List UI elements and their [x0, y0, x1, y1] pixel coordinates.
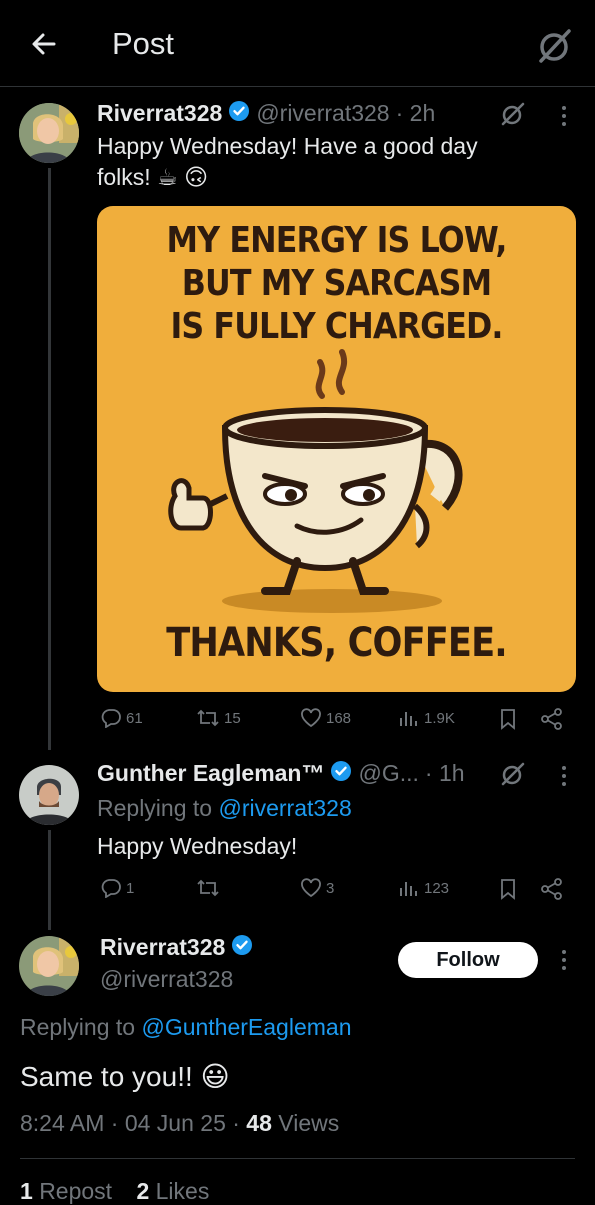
reposts-stat[interactable]: 1 Repost	[20, 1178, 118, 1204]
repost-button[interactable]	[196, 878, 224, 898]
grok-icon[interactable]	[500, 101, 526, 132]
bookmark-icon[interactable]	[498, 878, 518, 905]
repost-button[interactable]: 15	[196, 708, 241, 728]
more-options-icon[interactable]	[556, 764, 572, 793]
post-timestamp[interactable]: 8:24 AM · 04 Jun 25 ·	[20, 1110, 240, 1136]
follow-button[interactable]: Follow	[398, 942, 538, 978]
post-text: Happy Wednesday! Have a good day	[97, 133, 478, 159]
top-bar: Post	[0, 0, 595, 87]
views-count: 1.9K	[424, 709, 455, 727]
post-time: · 2h	[395, 100, 436, 126]
divider	[20, 1158, 575, 1159]
views-icon	[398, 708, 420, 728]
avatar[interactable]	[19, 765, 79, 825]
replying-to-link[interactable]: @riverrat328	[218, 795, 351, 821]
post-text: Same to you!! 😃	[20, 1061, 230, 1092]
grok-icon[interactable]	[535, 26, 575, 66]
reply-button[interactable]: 1	[100, 878, 134, 898]
thread-line	[48, 168, 51, 750]
verified-badge-icon	[231, 934, 253, 961]
views-button[interactable]: 1.9K	[398, 708, 455, 728]
reply-count: 1	[126, 879, 135, 897]
repost-icon	[196, 878, 220, 898]
post-text: folks! ☕ 🙃	[97, 164, 209, 190]
more-options-icon[interactable]	[556, 104, 572, 133]
author-name[interactable]: Riverrat328	[97, 100, 222, 127]
share-icon[interactable]	[540, 708, 564, 735]
more-options-icon[interactable]	[556, 948, 572, 977]
reposts-label: Repost	[39, 1178, 113, 1204]
reply-button[interactable]: 61	[100, 708, 143, 728]
like-button[interactable]: 168	[300, 708, 351, 728]
post-image[interactable]: MY ENERGY IS LOW, BUT MY SARCASM IS FULL…	[97, 206, 576, 692]
views-count: 123	[424, 879, 450, 897]
author-handle[interactable]: @G...	[358, 760, 418, 787]
like-button[interactable]: 3	[300, 878, 334, 898]
post-time: · 1h	[424, 760, 465, 786]
post-text: Happy Wednesday!	[97, 833, 298, 859]
author-handle[interactable]: @riverrat328	[100, 966, 233, 993]
heart-icon	[300, 708, 322, 728]
verified-badge-icon	[330, 760, 352, 787]
share-icon[interactable]	[540, 878, 564, 905]
author-name[interactable]: Riverrat328	[100, 934, 225, 961]
verified-badge-icon	[228, 100, 250, 127]
meme-text-line: IS FULLY CHARGED.	[170, 306, 503, 347]
back-arrow-icon[interactable]	[28, 28, 60, 60]
grok-icon[interactable]	[500, 761, 526, 792]
thread-line	[48, 830, 51, 930]
views-button[interactable]: 123	[398, 878, 449, 898]
meme-text-line: MY ENERGY IS LOW,	[166, 220, 507, 261]
replying-to-label: Replying to	[20, 1014, 136, 1040]
views-label: Views	[278, 1110, 340, 1136]
meme-text-line: THANKS, COFFEE.	[166, 620, 507, 666]
reposts-count: 1	[20, 1178, 33, 1204]
avatar[interactable]	[19, 103, 79, 163]
like-count: 168	[326, 709, 352, 727]
reply-count: 61	[126, 709, 143, 727]
repost-icon	[196, 708, 220, 728]
reply-icon	[100, 878, 122, 898]
page-title: Post	[112, 26, 175, 61]
likes-count: 2	[136, 1178, 150, 1204]
bookmark-icon[interactable]	[498, 708, 518, 735]
replying-to-label: Replying to	[97, 795, 213, 821]
views-icon	[398, 878, 420, 898]
replying-to-link[interactable]: @GuntherEagleman	[141, 1014, 351, 1040]
author-name[interactable]: Gunther Eagleman™	[97, 760, 324, 787]
meme-text-line: BUT MY SARCASM	[181, 263, 492, 304]
likes-stat[interactable]: 2 Likes	[136, 1178, 209, 1204]
heart-icon	[300, 878, 322, 898]
coffee-cup-illustration	[168, 349, 463, 613]
likes-label: Likes	[155, 1178, 210, 1204]
avatar[interactable]	[19, 936, 79, 996]
reply-icon	[100, 708, 122, 728]
like-count: 3	[326, 879, 335, 897]
repost-count: 15	[224, 709, 241, 727]
author-handle[interactable]: @riverrat328	[256, 100, 389, 127]
views-count: 48	[246, 1110, 272, 1136]
